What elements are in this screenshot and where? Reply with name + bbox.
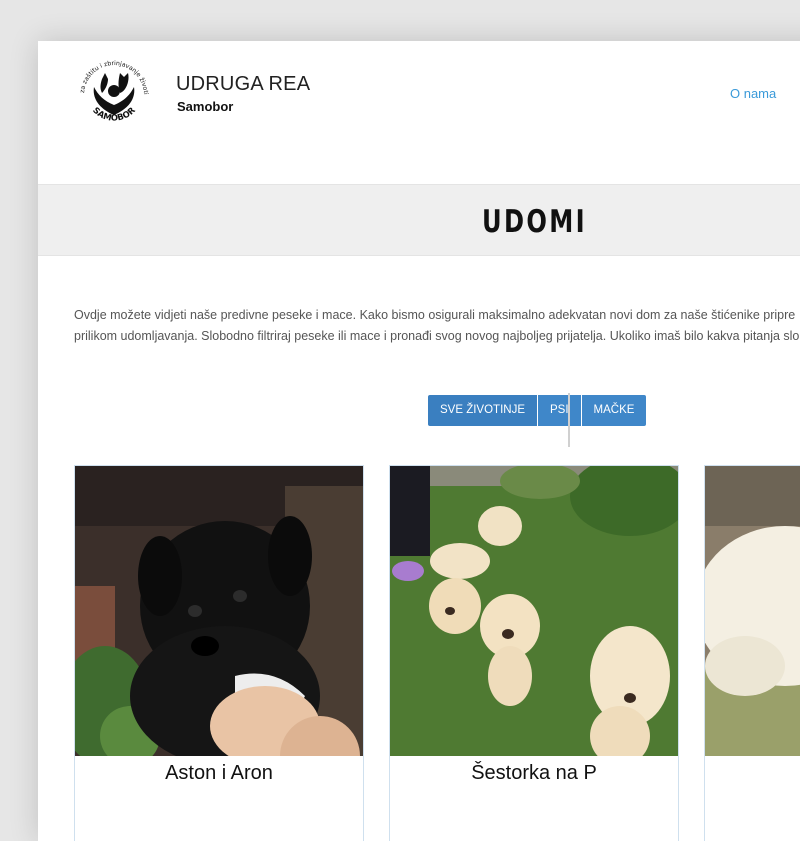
animal-card[interactable] (704, 465, 800, 841)
udruga-rea-logo[interactable]: Udruga za zaštitu i zbrinjavanje životin… (72, 51, 156, 135)
intro-text: Ovdje možete vidjeti naše predivne pesek… (74, 305, 800, 347)
page: Udruga za zaštitu i zbrinjavanje životin… (38, 41, 800, 841)
intro-line: Ovdje možete vidjeti naše predivne pesek… (74, 308, 796, 322)
brand-name[interactable]: UDRUGA REA (176, 73, 310, 96)
animal-card[interactable]: Aston i Aron (74, 465, 364, 841)
animal-card[interactable]: Šestorka na P (389, 465, 679, 841)
animal-photo[interactable] (390, 466, 678, 756)
filter-button-group: SVE ŽIVOTINJE PSI MAČKE (428, 395, 647, 426)
animal-photo[interactable] (705, 466, 800, 756)
animal-name[interactable]: Šestorka na P (390, 762, 678, 785)
filter-dogs-button[interactable]: PSI (538, 395, 581, 426)
animal-photo[interactable] (75, 466, 363, 756)
intro-line: prilikom udomljavanja. Slobodno filtrira… (74, 329, 800, 343)
animal-name[interactable]: Aston i Aron (75, 762, 363, 785)
page-title-band: UDOMI (38, 184, 800, 256)
divider (568, 393, 570, 447)
brand-location: Samobor (177, 99, 234, 114)
nav-link-o-nama[interactable]: O nama (730, 86, 776, 101)
filter-all-animals-button[interactable]: SVE ŽIVOTINJE (428, 395, 537, 426)
filter-cats-button[interactable]: MAČKE (581, 395, 647, 426)
page-title: UDOMI (482, 204, 588, 240)
